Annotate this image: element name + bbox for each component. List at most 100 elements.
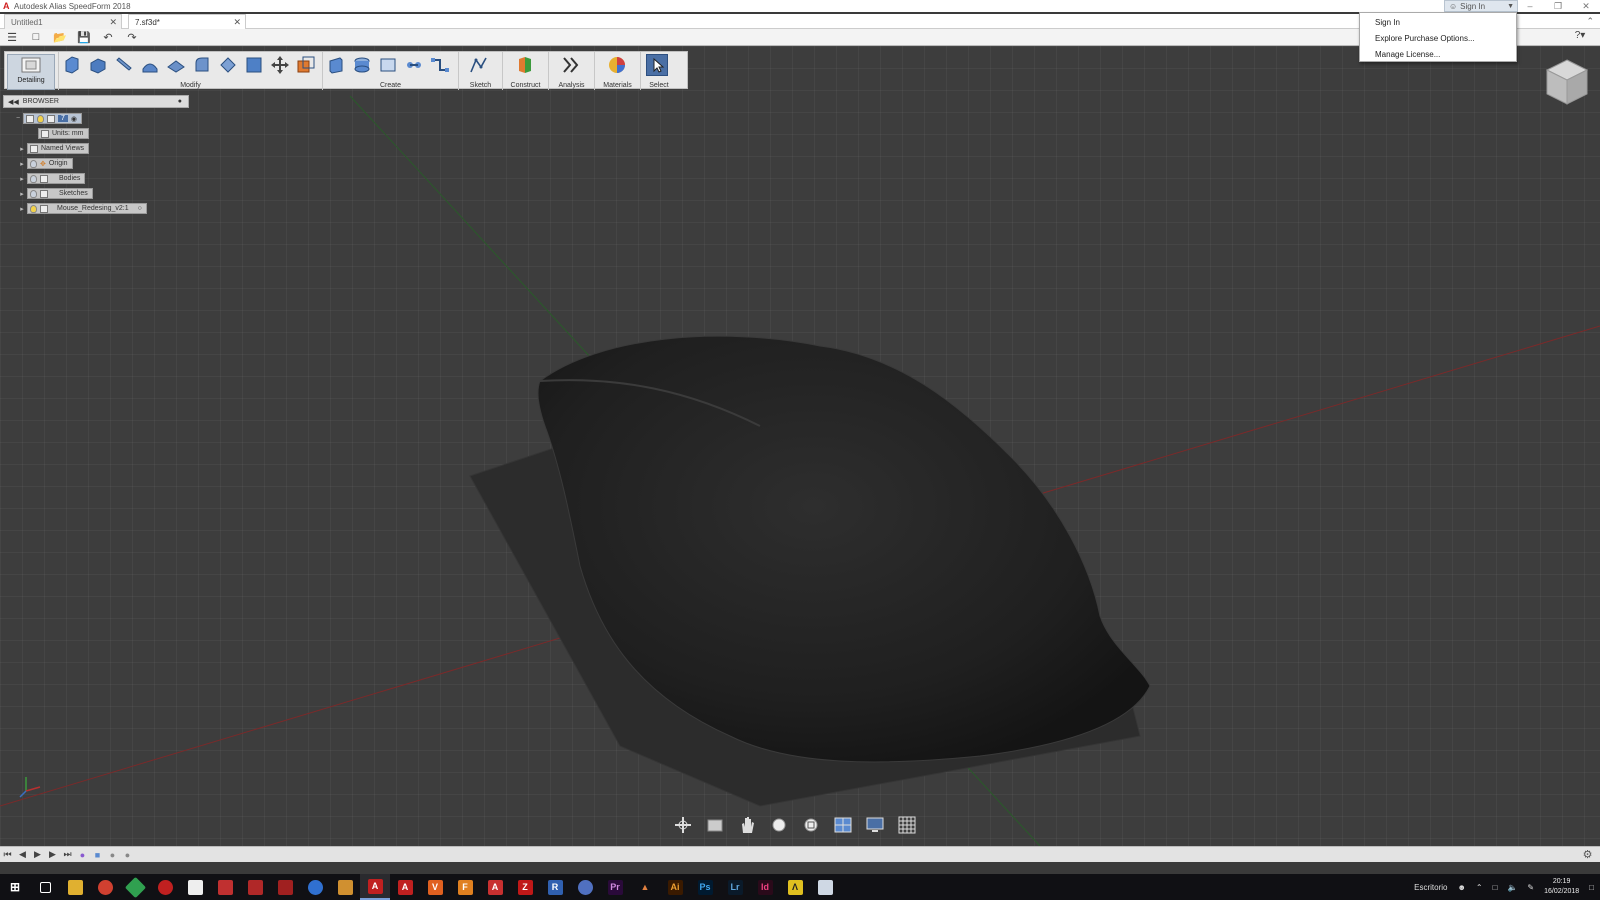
select-menu-label[interactable]: Select — [641, 82, 677, 89]
timeline-feature-icon[interactable]: ● — [75, 850, 90, 860]
app-circle-icon[interactable] — [570, 874, 600, 900]
premiere-icon[interactable]: Pr — [600, 874, 630, 900]
chrome-icon[interactable] — [90, 874, 120, 900]
app-window-icon[interactable] — [810, 874, 840, 900]
timeline-feature-icon[interactable]: ● — [105, 850, 120, 860]
tray-chevron-icon[interactable]: ⌃ — [1476, 883, 1483, 892]
collapse-panel-icon[interactable]: ◀◀ — [8, 98, 19, 106]
tree-row-origin[interactable]: ▸ ✥ Origin — [17, 158, 73, 169]
visibility-bulb-icon[interactable] — [30, 159, 37, 168]
indesign-icon[interactable]: Id — [750, 874, 780, 900]
visibility-bulb-icon[interactable] — [37, 114, 44, 123]
tree-node-units[interactable]: Units: mm — [38, 128, 89, 139]
sketch-icon[interactable] — [468, 54, 490, 76]
windows-start-icon[interactable]: ⊞ — [0, 874, 30, 900]
alias-speedform-icon[interactable]: A — [360, 874, 390, 900]
expand-icon[interactable]: ▸ — [17, 145, 27, 153]
push-pull-icon[interactable] — [87, 54, 109, 76]
tab-7-sf3d[interactable]: 7.sf3d* ✕ — [128, 14, 246, 29]
menu-item-manage-license[interactable]: Manage License... — [1360, 47, 1516, 63]
tree-row-mouse-component[interactable]: ▸ Mouse_Redesing_v2:1 ○ — [17, 203, 147, 214]
box-icon[interactable] — [325, 54, 347, 76]
analysis-menu-label[interactable]: Analysis — [549, 82, 594, 89]
help-icon[interactable]: ?▾ — [1568, 30, 1592, 41]
connect-icon[interactable] — [429, 54, 451, 76]
zoom-window-icon[interactable] — [800, 814, 822, 836]
tree-row-named-views[interactable]: ▸ Named Views — [17, 143, 90, 154]
materials-menu-label[interactable]: Materials — [595, 82, 640, 89]
detailing-workspace-button[interactable]: Detailing — [7, 54, 55, 90]
undo-icon[interactable]: ↶ — [96, 31, 120, 44]
tree-node-mouse-component[interactable]: Mouse_Redesing_v2:1 ○ — [27, 203, 147, 214]
collapse-icon[interactable]: − — [13, 115, 23, 122]
extrude-icon[interactable] — [61, 54, 83, 76]
visibility-bulb-icon[interactable] — [30, 174, 37, 183]
visibility-bulb-icon[interactable] — [30, 189, 37, 198]
expand-icon[interactable]: ▸ — [17, 160, 27, 168]
close-icon[interactable]: ✕ — [233, 17, 241, 28]
fillet-icon[interactable] — [191, 54, 213, 76]
sweep-icon[interactable] — [113, 54, 135, 76]
lightroom-icon[interactable]: Lr — [720, 874, 750, 900]
tree-node-named-views[interactable]: Named Views — [27, 143, 90, 154]
modify-menu-label[interactable]: Modify — [59, 82, 322, 89]
play-icon[interactable]: ▶ — [30, 849, 45, 860]
3d-viewport[interactable] — [0, 46, 1600, 846]
app-red4-icon[interactable] — [270, 874, 300, 900]
grid-icon[interactable] — [896, 814, 918, 836]
expand-icon[interactable]: ▸ — [17, 175, 27, 183]
step-back-icon[interactable]: ◀ — [15, 849, 30, 860]
tab-untitled1[interactable]: Untitled1 ✕ — [4, 14, 122, 29]
tree-node-root[interactable]: 7 ◉ — [23, 113, 83, 124]
autocad2-icon[interactable]: A — [480, 874, 510, 900]
pin-icon[interactable]: ● — [178, 98, 182, 105]
sign-in-button[interactable]: ☺ Sign In ▼ — [1444, 0, 1518, 12]
scale-icon[interactable] — [295, 54, 317, 76]
desktop-label[interactable]: Escritorio — [1414, 883, 1447, 892]
file-explorer-icon[interactable] — [60, 874, 90, 900]
materials-icon[interactable] — [606, 54, 628, 76]
sketch-menu-label[interactable]: Sketch — [459, 82, 502, 89]
open-file-icon[interactable]: 📂 — [48, 31, 72, 44]
pan-icon[interactable] — [736, 814, 758, 836]
tree-node-origin[interactable]: ✥ Origin — [27, 158, 73, 169]
select-icon[interactable] — [646, 54, 668, 76]
notifications-icon[interactable]: □ — [1589, 883, 1594, 892]
analysis-icon[interactable] — [560, 54, 582, 76]
app-green-icon[interactable] — [120, 874, 150, 900]
app-yellow-icon[interactable]: Λ — [780, 874, 810, 900]
split-icon[interactable] — [243, 54, 265, 76]
tree-row-root[interactable]: − 7 ◉ — [13, 113, 83, 124]
save-icon[interactable]: 💾 — [72, 31, 96, 44]
radio-icon[interactable]: ○ — [138, 205, 142, 212]
go-to-start-icon[interactable]: ⏮ — [0, 849, 15, 860]
look-at-icon[interactable] — [704, 814, 726, 836]
rectangle-icon[interactable] — [377, 54, 399, 76]
redo-icon[interactable]: ↷ — [120, 31, 144, 44]
display-settings-icon[interactable] — [832, 814, 854, 836]
menu-item-sign-in[interactable]: Sign In — [1360, 15, 1516, 31]
loft-icon[interactable] — [139, 54, 161, 76]
chevron-up-icon[interactable]: ⌃ — [1586, 16, 1594, 27]
browser-panel-header[interactable]: ◀◀ BROWSER ● — [3, 95, 189, 108]
gear-icon[interactable]: ⚙ — [1580, 848, 1595, 861]
clock[interactable]: 20:19 16/02/2018 — [1544, 877, 1579, 897]
network-icon[interactable]: □ — [1493, 883, 1498, 892]
revit-icon[interactable]: R — [540, 874, 570, 900]
tree-row-units[interactable]: Units: mm — [28, 128, 89, 139]
go-to-end-icon[interactable]: ⏭ — [60, 849, 75, 860]
step-forward-icon[interactable]: ▶ — [45, 849, 60, 860]
autocad-icon[interactable]: A — [390, 874, 420, 900]
expand-icon[interactable]: ▸ — [17, 205, 27, 213]
create-menu-label[interactable]: Create — [323, 82, 458, 89]
pipe-icon[interactable] — [403, 54, 425, 76]
cylinder-icon[interactable] — [351, 54, 373, 76]
visual-style-icon[interactable] — [864, 814, 886, 836]
app-blue-circle-icon[interactable] — [300, 874, 330, 900]
tree-row-bodies[interactable]: ▸ Bodies — [17, 173, 86, 184]
vred-icon[interactable]: V — [420, 874, 450, 900]
move-icon[interactable] — [269, 54, 291, 76]
close-icon[interactable]: ✕ — [109, 17, 117, 28]
construct-plane-icon[interactable] — [514, 54, 536, 76]
new-file-icon[interactable]: □ — [24, 31, 48, 43]
